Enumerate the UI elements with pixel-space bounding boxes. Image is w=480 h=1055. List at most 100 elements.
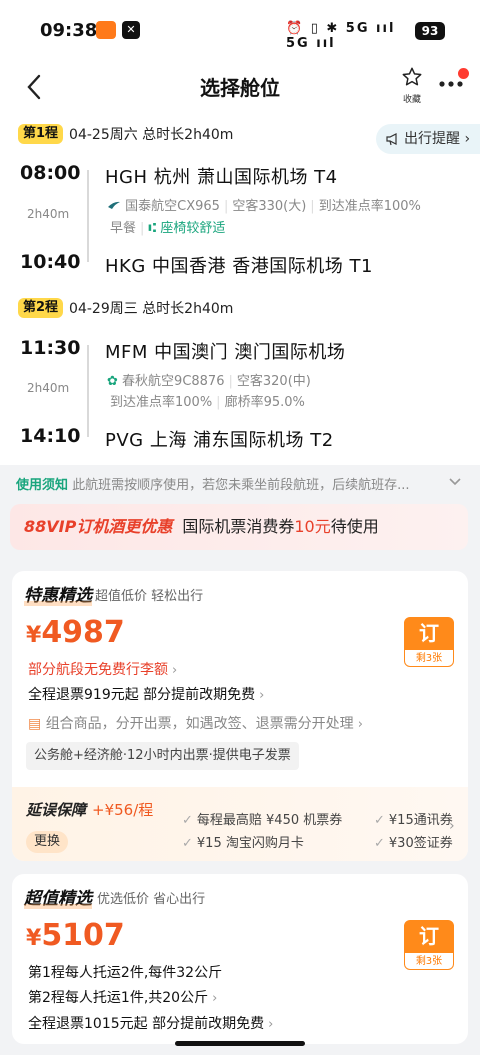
- baggage-text: 部分航段无免费行李额: [28, 662, 168, 678]
- notice-text: 此航班需按顺序使用，若您未乘坐前段航班，后续航班存...: [72, 478, 410, 493]
- refund-text: 全程退票919元起 部分提前改期免费: [28, 687, 256, 703]
- airline-flight: 国泰航空CX965: [125, 199, 220, 214]
- price-value: 4987: [41, 615, 125, 650]
- aircraft-type: 空客320(中): [236, 374, 311, 389]
- leg-date-duration: 04-29周三 总时长2h40m: [69, 300, 234, 317]
- departure-time: 11:30: [20, 337, 81, 359]
- leg-tag: 第2程: [18, 297, 64, 318]
- usage-notice[interactable]: 使用须知 此航班需按顺序使用，若您未乘坐前段航班，后续航班存...: [16, 474, 464, 494]
- chevron-right-icon: ›: [464, 131, 471, 147]
- nav-bar: 选择舱位 收藏: [0, 62, 480, 112]
- vip-brand: 88VIP订机酒更优惠: [24, 517, 173, 536]
- timeline-line: [87, 170, 89, 262]
- departure-time: 08:00: [20, 162, 81, 184]
- ontime-rate: 到达准点率100%: [110, 395, 213, 410]
- star-icon: [402, 67, 422, 86]
- vip-coupon-banner[interactable]: 88VIP订机酒更优惠 国际机票消费券10元待使用: [10, 504, 468, 550]
- book-button[interactable]: 订 剩3张: [404, 920, 454, 970]
- flight-duration: 2h40m: [27, 381, 70, 395]
- refund-info[interactable]: 全程退票919元起 部分提前改期免费 ›: [28, 684, 264, 704]
- fare-title: 超值精选: [24, 884, 92, 909]
- arrival-airport: HKG 中国香港 香港国际机场 T1: [105, 256, 373, 277]
- book-button[interactable]: 订 剩3张: [404, 617, 454, 667]
- flight-amenities: 早餐 | ⑆ 座椅较舒适: [110, 221, 226, 236]
- arrival-airport: PVG 上海 浦东国际机场 T2: [105, 430, 334, 451]
- fare-card-value[interactable]: 超值精选 优选低价 省心出行 ¥5107 订 剩3张 第1程每人托运2件,每件3…: [12, 874, 468, 1044]
- baggage-info[interactable]: 部分航段无免费行李额 ›: [28, 659, 177, 679]
- departure-airport: MFM 中国澳门 澳门国际机场: [105, 342, 346, 363]
- delay-price: +¥56/程: [92, 801, 154, 819]
- currency-symbol: ¥: [26, 926, 42, 951]
- seat-comfort: 座椅较舒适: [160, 221, 226, 236]
- benefit-item: ✓ ¥15 淘宝闪购月卡: [182, 836, 304, 851]
- leg-tag: 第1程: [18, 123, 64, 144]
- fare-tags: 公务舱+经济舱·12小时内出票·提供电子发票: [26, 742, 299, 770]
- document-icon: ▤: [28, 716, 46, 732]
- chevron-right-icon: ›: [172, 663, 178, 678]
- airline-flight: 春秋航空9C8876: [122, 374, 225, 389]
- delay-title-text: 延误保障: [26, 801, 87, 819]
- change-button[interactable]: 更换: [26, 831, 69, 853]
- refund-info[interactable]: 全程退票1015元起 部分提前改期免费 ›: [28, 1013, 273, 1033]
- vip-text-post: 待使用: [330, 517, 379, 536]
- delay-protection[interactable]: 延误保障 +¥56/程 更换 ✓ 每程最高赔 ¥450 机票券 ✓ ¥15通讯券 ✓ ¥…: [12, 787, 468, 861]
- travel-reminder-button[interactable]: 出行提醒 ›: [376, 124, 480, 154]
- leg-date-duration: 04-25周六 总时长2h40m: [69, 126, 234, 143]
- capcut-notification-icon: ✕: [122, 21, 140, 39]
- book-label: 订: [419, 924, 439, 948]
- vip-amount: 10元: [294, 517, 331, 536]
- combo-info[interactable]: ▤ 组合商品，分开出票，如遇改签、退票需分开处理 ›: [28, 713, 363, 733]
- seats-remaining: 剩3张: [405, 650, 453, 666]
- fare-subtitle: 超值低价 轻松出行: [95, 589, 204, 604]
- chevron-down-icon[interactable]: [448, 475, 462, 489]
- fare-price: ¥4987: [26, 615, 125, 650]
- currency-symbol: ¥: [26, 623, 42, 648]
- fare-subtitle: 优选低价 省心出行: [97, 892, 206, 907]
- flight-summary-panel: 09:38 ✕ ⏰ ▯ ✱ 5G ııl 5G ııl 93 选择舱位 收藏 第…: [0, 0, 480, 465]
- vip-text-pre: 国际机票消费券: [182, 517, 295, 536]
- meal-info: 早餐: [110, 221, 137, 236]
- status-bar: 09:38 ✕ ⏰ ▯ ✱ 5G ııl 5G ııl 93: [0, 0, 480, 62]
- spring-airlines-logo-icon: ✿: [107, 374, 118, 389]
- benefit-item: ✓ 每程最高赔 ¥450 机票券: [182, 813, 343, 828]
- system-status-icons: ⏰ ▯ ✱ 5G ııl 5G ııl: [286, 21, 396, 51]
- chevron-right-icon: ›: [268, 1017, 274, 1032]
- bridge-rate: 廊桥率95.0%: [224, 395, 305, 410]
- leg-1-header: 第1程 04-25周六 总时长2h40m: [18, 123, 233, 145]
- arrival-time: 10:40: [20, 251, 81, 273]
- chevron-right-icon: ›: [449, 818, 455, 834]
- chevron-right-icon: ›: [259, 688, 265, 703]
- app-notification-icon: [96, 21, 116, 39]
- cathay-logo-icon: [108, 201, 120, 209]
- fare-price: ¥5107: [26, 918, 125, 953]
- flight-details: ✿ 春秋航空9C8876 | 空客320(中): [107, 374, 311, 389]
- benefit-item: ✓ ¥15通讯券: [374, 813, 453, 828]
- aircraft-type: 空客330(大): [232, 199, 307, 214]
- battery-icon: 93: [415, 22, 445, 40]
- combo-text: 组合商品，分开出票，如遇改签、退票需分开处理: [45, 716, 354, 732]
- notification-dot: [458, 68, 469, 79]
- chevron-right-icon: ›: [212, 991, 218, 1006]
- flight-stats: 到达准点率100% | 廊桥率95.0%: [110, 395, 305, 410]
- seat-comfort-icon: ⑆: [148, 221, 161, 236]
- refund-text: 全程退票1015元起 部分提前改期免费: [28, 1016, 265, 1032]
- flight-details: 国泰航空CX965 | 空客330(大) | 到达准点率100%: [107, 195, 421, 214]
- notice-key: 使用须知: [16, 478, 69, 493]
- chevron-right-icon: ›: [357, 717, 363, 732]
- home-indicator: [175, 1041, 305, 1046]
- fare-card-special[interactable]: 特惠精选 超值低价 轻松出行 ¥4987 订 剩3张 部分航段无免费行李额 › 全…: [12, 571, 468, 861]
- price-value: 5107: [41, 918, 125, 953]
- clock: 09:38: [40, 20, 98, 41]
- timeline-line: [87, 345, 89, 437]
- favorite-label: 收藏: [402, 95, 421, 105]
- departure-airport: HGH 杭州 萧山国际机场 T4: [105, 167, 338, 188]
- baggage-leg1: 第1程每人托运2件,每件32公斤: [28, 965, 223, 981]
- favorite-button[interactable]: 收藏: [395, 66, 429, 105]
- reminder-label: 出行提醒: [404, 131, 460, 147]
- arrival-time: 14:10: [20, 425, 81, 447]
- leg-2-header: 第2程 04-29周三 总时长2h40m: [18, 297, 233, 319]
- benefit-item: ✓ ¥30签证券: [374, 836, 453, 851]
- seats-remaining: 剩3张: [405, 953, 453, 969]
- baggage-leg2[interactable]: 第2程每人托运1件,共20公斤 ›: [28, 987, 217, 1007]
- megaphone-icon: [386, 133, 397, 146]
